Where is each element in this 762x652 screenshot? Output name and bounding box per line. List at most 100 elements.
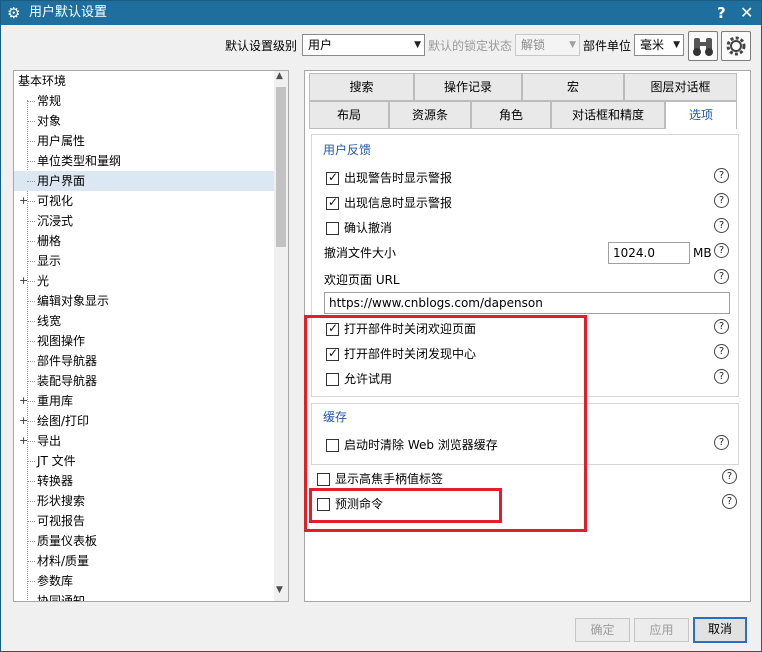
tab-operation-record[interactable]: 操作记录 [414,73,522,101]
tree-item[interactable]: JT 文件 [14,451,276,471]
tree-item-label: 装配导航器 [37,374,98,388]
tree-connector [27,261,35,262]
show-warning-checkbox[interactable] [326,170,339,185]
expand-icon[interactable]: + [19,191,28,211]
scroll-thumb[interactable] [276,87,286,247]
expand-icon[interactable]: + [19,411,28,431]
find-button[interactable] [688,31,718,61]
tree-item[interactable]: 可视报告 [14,511,276,531]
tree-item[interactable]: 转换器 [14,471,276,491]
help-icon[interactable]: ? [717,3,726,23]
tree-item[interactable]: 编辑对象显示 [14,291,276,311]
tree-item[interactable]: 用户界面 [14,171,276,191]
help-icon[interactable]: ? [722,494,737,509]
tree-item[interactable]: 常规 [14,91,276,111]
tab-layout[interactable]: 布局 [309,101,389,129]
tree-item[interactable]: 用户属性 [14,131,276,151]
tree-item[interactable]: 对象 [14,111,276,131]
expand-icon[interactable]: + [19,431,28,451]
part-unit-label: 部件单位 [583,39,632,53]
show-info-label: 出现信息时显示警报 [344,196,453,210]
tree-connector [27,101,35,102]
tree-item[interactable]: 线宽 [14,311,276,331]
settings-tree[interactable]: 基本环境 常规 对象 用户属性单位类型和量纲 用户界面 + 可视化沉浸式栅格显示 + 光编辑对… [13,70,289,602]
tree-connector [27,601,35,602]
help-icon[interactable]: ? [714,319,729,334]
tree-item[interactable]: 沉浸式 [14,211,276,231]
tree-item[interactable]: 协同通知 [14,591,276,602]
help-icon[interactable]: ? [714,243,729,258]
tree-connector [27,561,35,562]
tree-item[interactable]: + 绘图/打印 [14,411,276,431]
close-icon[interactable]: ✕ [740,3,753,23]
tree-item[interactable]: 材料/质量 [14,551,276,571]
lock-state-value: 解锁 [521,38,546,52]
tree-item[interactable]: 装配导航器 [14,371,276,391]
scroll-up-icon[interactable]: ▲ [276,71,283,81]
tree-connector [27,461,35,462]
tree-connector [27,321,35,322]
tree-item-label: 沉浸式 [37,214,74,228]
help-icon[interactable]: ? [714,269,729,284]
show-warning-label: 出现警告时显示警报 [344,171,453,185]
lock-state-select[interactable]: 解锁 ▼ [515,34,580,56]
tree-item-label: 部件导航器 [37,354,98,368]
tab-options[interactable]: 选项 [665,101,737,129]
tree-item[interactable]: 栅格 [14,231,276,251]
tab-role[interactable]: 角色 [471,101,551,129]
tab-layer-dialog[interactable]: 图层对话框 [624,73,737,101]
tree-item[interactable]: + 导出 [14,431,276,451]
tree-item-label: 视图操作 [37,334,86,348]
tree-connector [27,341,35,342]
help-icon[interactable]: ? [714,168,729,183]
tree-item[interactable]: 部件导航器 [14,351,276,371]
tree-item[interactable]: 视图操作 [14,331,276,351]
tree-item[interactable]: 参数库 [14,571,276,591]
tree-item-label: 导出 [37,434,62,448]
tree-item-label: 用户界面 [37,174,86,188]
settings-gear-icon: ⚙ [7,4,21,22]
tab-dialog-precision[interactable]: 对话框和精度 [551,101,665,129]
title-bar: ⚙ 用户默认设置 ? ✕ [1,1,761,25]
tree-item-label: 显示 [37,254,62,268]
default-level-select[interactable]: 用户 ▼ [302,34,425,56]
tree-item-label: 参数库 [37,574,74,588]
help-icon[interactable]: ? [714,369,729,384]
tree-scrollbar[interactable]: ▲ ▼ [274,71,288,601]
help-icon[interactable]: ? [714,344,729,359]
tree-item[interactable]: 单位类型和量纲 [14,151,276,171]
help-icon[interactable]: ? [722,469,737,484]
tree-connector [27,181,35,182]
tree-item[interactable]: + 光 [14,271,276,291]
tab-macro[interactable]: 宏 [522,73,624,101]
undo-size-unit: MB [693,246,712,260]
tree-root[interactable]: 基本环境 [14,71,276,91]
help-icon[interactable]: ? [714,435,729,450]
customize-button[interactable] [721,31,751,61]
cancel-button[interactable]: 取消 [693,617,747,643]
apply-button[interactable]: 应用 [634,618,689,642]
help-icon[interactable]: ? [714,193,729,208]
help-icon[interactable]: ? [714,218,729,233]
tree-connector [27,361,35,362]
tree-item[interactable]: + 重用库 [14,391,276,411]
show-info-checkbox[interactable] [326,195,339,210]
expand-icon[interactable]: + [19,271,28,291]
tree-item[interactable]: + 可视化 [14,191,276,211]
undo-size-input[interactable]: 1024.0 [608,242,690,264]
chevron-down-icon: ▼ [673,40,680,50]
part-unit-select[interactable]: 毫米 ▼ [634,34,684,56]
ok-button[interactable]: 确定 [575,618,630,642]
tab-resource-bar[interactable]: 资源条 [389,101,471,129]
welcome-url-label: 欢迎页面 URL [324,273,400,287]
scroll-down-icon[interactable]: ▼ [276,585,283,595]
tree-item-label: 单位类型和量纲 [37,154,122,168]
tree-item-label: 可视化 [37,194,74,208]
tab-search[interactable]: 搜索 [309,73,414,101]
tree-item[interactable]: 形状搜索 [14,491,276,511]
tree-item[interactable]: 质量仪表板 [14,531,276,551]
confirm-undo-checkbox[interactable] [326,222,339,235]
tree-item[interactable]: 显示 [14,251,276,271]
welcome-url-input[interactable]: https://www.cnblogs.com/dapenson [324,292,730,314]
expand-icon[interactable]: + [19,391,28,411]
